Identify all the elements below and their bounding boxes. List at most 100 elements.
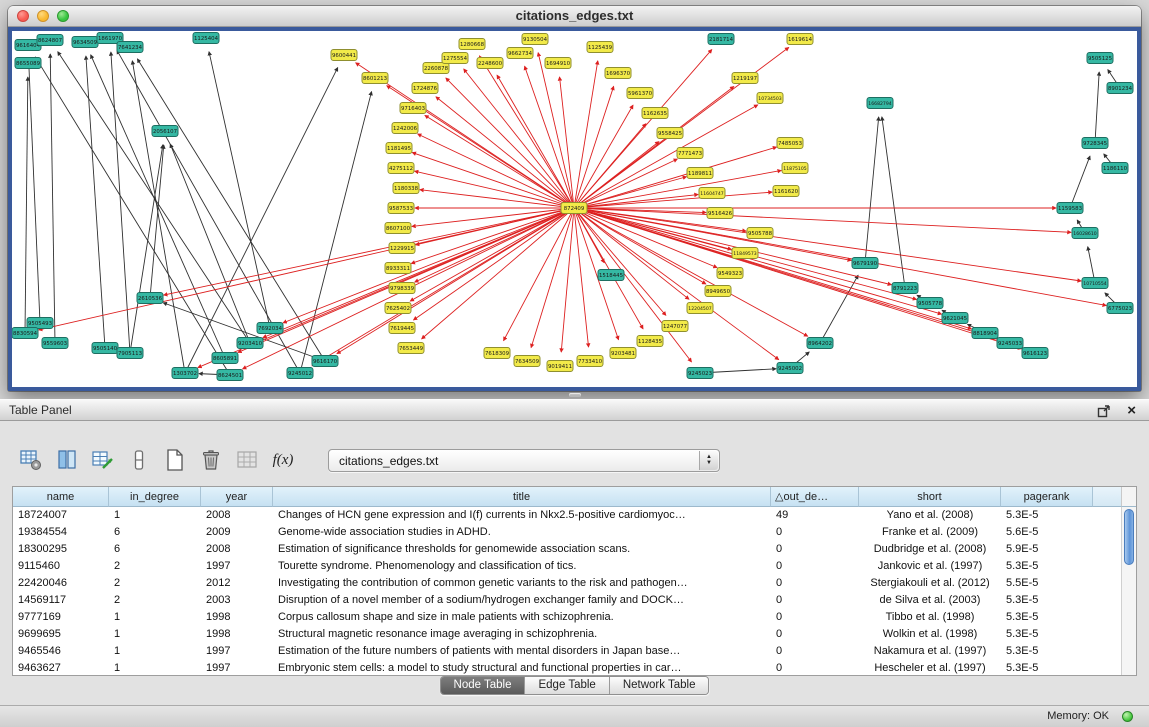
graph-node[interactable]: 1219197 — [732, 73, 758, 84]
graph-node[interactable]: 1518445 — [598, 270, 624, 281]
graph-node[interactable]: 9662734 — [507, 48, 533, 59]
table-row[interactable]: 1456911722003Disruption of a novel membe… — [13, 592, 1121, 609]
combobox-stepper-icon[interactable]: ▲▼ — [699, 451, 718, 470]
close-panel-icon[interactable]: × — [1127, 401, 1136, 420]
graph-node[interactable]: 7771473 — [677, 148, 703, 159]
table-row[interactable]: 2242004622012Investigating the contribut… — [13, 575, 1121, 592]
graph-node[interactable]: 1181495 — [386, 143, 412, 154]
column-header-title[interactable]: title — [273, 487, 771, 507]
edit-table-button[interactable] — [90, 447, 116, 473]
graph-node[interactable]: 7905113 — [117, 348, 143, 359]
graph-node[interactable]: 8964202 — [807, 338, 833, 349]
function-builder-button[interactable]: f(x) — [270, 447, 296, 473]
graph-node[interactable]: 2260878 — [423, 63, 449, 74]
graph-node[interactable]: 1696370 — [605, 68, 631, 79]
table-mode-button[interactable] — [18, 447, 44, 473]
import-table-button[interactable] — [234, 447, 260, 473]
graph-node[interactable]: 7618309 — [484, 348, 510, 359]
column-header-pagerank[interactable]: pagerank — [1001, 487, 1093, 507]
graph-node[interactable]: 5961370 — [627, 88, 653, 99]
graph-node[interactable]: 9245033 — [997, 338, 1023, 349]
graph-node[interactable]: 9019411 — [547, 361, 573, 372]
tab-edge-table[interactable]: Edge Table — [525, 677, 609, 694]
graph-node[interactable]: 1128435 — [637, 336, 663, 347]
table-row[interactable]: 977716911998Corpus callosum shape and si… — [13, 609, 1121, 626]
graph-node[interactable]: 9616170 — [312, 356, 338, 367]
graph-node[interactable]: 9798339 — [389, 283, 415, 294]
close-button[interactable] — [17, 10, 29, 22]
graph-node[interactable]: 9505140 — [92, 343, 118, 354]
graph-node[interactable]: 1189811 — [687, 168, 713, 179]
graph-node[interactable]: 12204507 — [687, 303, 713, 314]
network-select-combobox[interactable]: citations_edges.txt ▲▼ — [328, 449, 720, 472]
graph-node[interactable]: 9505125 — [1087, 53, 1113, 64]
graph-node[interactable]: 9600441 — [331, 50, 357, 61]
graph-node[interactable]: 10710554 — [1082, 278, 1108, 289]
graph-node[interactable]: 9559603 — [42, 338, 68, 349]
graph-node[interactable]: 9245002 — [777, 363, 803, 374]
graph-node[interactable]: 9728345 — [1082, 138, 1108, 149]
graph-node[interactable]: 8818904 — [972, 328, 998, 339]
tab-node-table[interactable]: Node Table — [441, 677, 526, 694]
graph-node[interactable]: 2248600 — [477, 58, 503, 69]
graph-node[interactable]: 9203410 — [237, 338, 263, 349]
graph-node[interactable]: 7653449 — [398, 343, 424, 354]
table-row[interactable]: 969969511998Structural magnetic resonanc… — [13, 626, 1121, 643]
graph-node[interactable]: 9505778 — [917, 298, 943, 309]
graph-node[interactable]: 1159583 — [1057, 203, 1083, 214]
column-header-short[interactable]: short — [859, 487, 1001, 507]
graph-node[interactable]: 7619445 — [389, 323, 415, 334]
graph-node[interactable]: 9549323 — [717, 268, 743, 279]
network-graph[interactable]: 8724092260878172487697164031242006118149… — [12, 31, 1137, 387]
column-header-in_degree[interactable]: in_degree — [109, 487, 201, 507]
graph-node[interactable]: 9505493 — [27, 318, 53, 329]
graph-node[interactable]: 7733410 — [577, 356, 603, 367]
graph-node[interactable]: 11849573 — [732, 248, 758, 259]
graph-node[interactable]: 1619614 — [787, 34, 813, 45]
graph-node[interactable]: 10734503 — [757, 93, 783, 104]
graph-node[interactable]: 8601213 — [362, 73, 388, 84]
delete-button[interactable] — [198, 447, 224, 473]
scrollbar-thumb[interactable] — [1124, 509, 1134, 565]
graph-node[interactable]: 1161620 — [773, 186, 799, 197]
graph-node[interactable]: 16028610 — [1072, 228, 1098, 239]
graph-node[interactable]: 8605891 — [212, 353, 238, 364]
graph-node[interactable]: 4275112 — [388, 163, 414, 174]
graph-node[interactable]: 1724876 — [412, 83, 438, 94]
graph-node[interactable]: 8624501 — [217, 370, 243, 381]
graph-node[interactable]: 9130504 — [522, 34, 548, 45]
tab-network-table[interactable]: Network Table — [610, 677, 709, 694]
graph-node[interactable]: 11604747 — [699, 188, 725, 199]
table-row[interactable]: 1938455462009Genome-wide association stu… — [13, 524, 1121, 541]
graph-node[interactable]: 9245012 — [287, 368, 313, 379]
graph-node[interactable]: 8933311 — [385, 263, 411, 274]
table-row[interactable]: 911546021997Tourette syndrome. Phenomeno… — [13, 558, 1121, 575]
graph-node[interactable]: 7485053 — [777, 138, 803, 149]
graph-node[interactable]: 9587533 — [388, 203, 414, 214]
graph-node[interactable]: 9516426 — [707, 208, 733, 219]
row-height-button[interactable] — [126, 447, 152, 473]
table-row[interactable]: 1872400712008Changes of HCN gene express… — [13, 507, 1121, 524]
graph-node[interactable]: 9505788 — [747, 228, 773, 239]
graph-node[interactable]: 1242006 — [392, 123, 418, 134]
graph-node[interactable]: 1125439 — [587, 42, 613, 53]
graph-node[interactable]: 8949650 — [705, 286, 731, 297]
graph-hub-node[interactable]: 872409 — [561, 203, 587, 214]
graph-node[interactable]: 7692034 — [257, 323, 283, 334]
graph-node[interactable]: 2056107 — [152, 126, 178, 137]
new-file-button[interactable] — [162, 447, 188, 473]
graph-node[interactable]: 8830594 — [12, 328, 38, 339]
table-row[interactable]: 946554611997Estimation of the future num… — [13, 643, 1121, 660]
graph-node[interactable]: 1280668 — [459, 39, 485, 50]
graph-node[interactable]: 16682794 — [867, 98, 893, 109]
column-header-year[interactable]: year — [201, 487, 273, 507]
graph-node[interactable]: 2181714 — [708, 34, 734, 45]
graph-node[interactable]: 2610536 — [137, 293, 163, 304]
select-columns-button[interactable] — [54, 447, 80, 473]
panel-splitter[interactable] — [0, 391, 1149, 399]
graph-node[interactable]: 1125404 — [193, 33, 219, 44]
graph-node[interactable]: 9203481 — [610, 348, 636, 359]
graph-node[interactable]: 7641234 — [117, 42, 143, 53]
table-row[interactable]: 1830029562008Estimation of significance … — [13, 541, 1121, 558]
table-row[interactable]: 946362711997Embryonic stem cells: a mode… — [13, 660, 1121, 675]
